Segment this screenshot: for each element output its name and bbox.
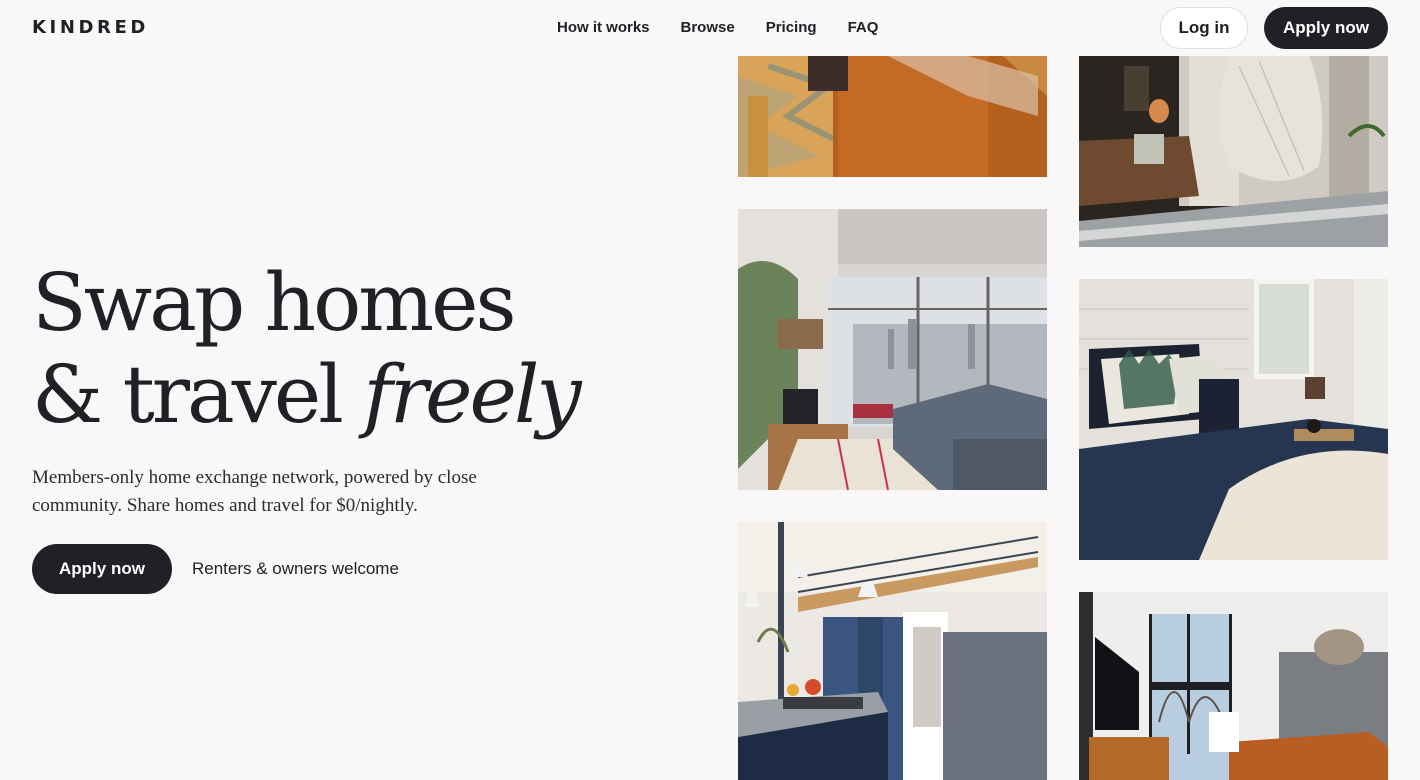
- apply-now-header-label: Apply now: [1283, 18, 1369, 37]
- main-nav: How it works Browse Pricing FAQ: [557, 19, 909, 36]
- photo-illustration: [738, 56, 1047, 177]
- photo-illustration: [1079, 56, 1388, 247]
- hero-title-line1: Swap homes: [32, 256, 517, 349]
- apply-now-hero-label: Apply now: [59, 559, 145, 578]
- nav-faq[interactable]: FAQ: [848, 19, 879, 36]
- nav-browse[interactable]: Browse: [681, 19, 735, 36]
- home-photo-loft-kitchen[interactable]: [738, 522, 1047, 780]
- hero-title: Swap homes & travel freely: [32, 256, 582, 441]
- photo-illustration: [738, 209, 1047, 490]
- home-photo-hammock-chair[interactable]: [1079, 56, 1388, 247]
- hero-title-emphasis: freely: [363, 348, 581, 441]
- nav-how-it-works[interactable]: How it works: [557, 19, 650, 36]
- photo-illustration: [738, 522, 1047, 780]
- login-button[interactable]: Log in: [1160, 7, 1248, 49]
- apply-now-header-button[interactable]: Apply now: [1264, 7, 1388, 49]
- apply-now-hero-button[interactable]: Apply now: [32, 544, 172, 594]
- home-photo-living-room-city[interactable]: [738, 209, 1047, 490]
- home-photo-loft-living[interactable]: [1079, 592, 1388, 780]
- brand-logo[interactable]: KINDRED: [32, 17, 149, 38]
- home-photo-leather-sofa[interactable]: [738, 56, 1047, 177]
- hero-title-line2: & travel: [32, 348, 364, 441]
- nav-pricing[interactable]: Pricing: [766, 19, 817, 36]
- photo-illustration: [1079, 592, 1388, 780]
- hero-subtitle: Members-only home exchange network, powe…: [32, 467, 477, 516]
- home-photo-bedroom[interactable]: [1079, 279, 1388, 560]
- login-label: Log in: [1178, 18, 1230, 37]
- hero-note: Renters & owners welcome: [192, 559, 399, 578]
- photo-illustration: [1079, 279, 1388, 560]
